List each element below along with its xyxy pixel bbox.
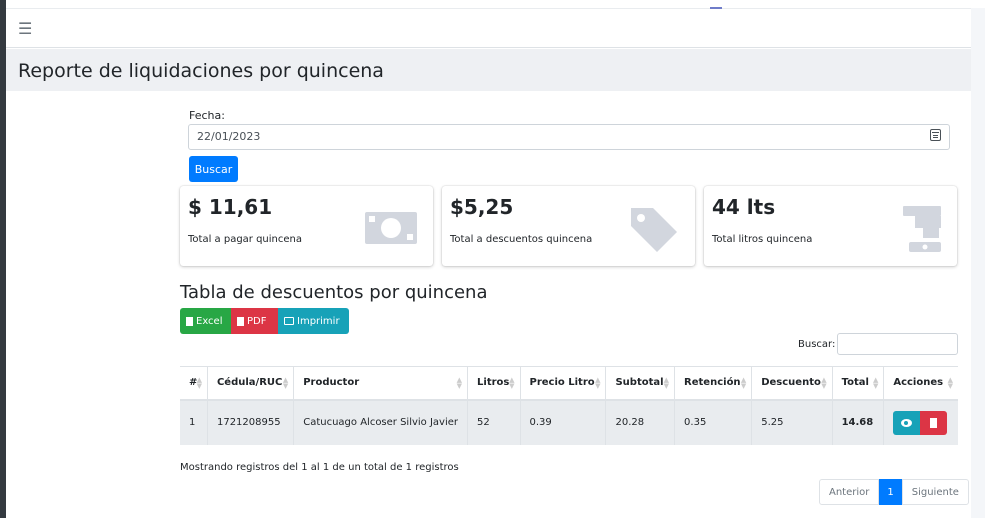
eye-icon [901, 418, 913, 427]
pagination-page-1[interactable]: 1 [879, 479, 902, 505]
column-header-precio[interactable]: Precio Litro ▲ ▼ [520, 366, 607, 401]
table-row: 1 1721208955 Catucuago Alcoser Silvio Ja… [180, 399, 958, 445]
search-button[interactable]: Buscar [189, 156, 238, 182]
date-value: 22/01/2023 [197, 130, 261, 143]
calendar-icon[interactable] [930, 129, 941, 141]
column-header-cedula[interactable]: Cédula/RUC ▲ ▼ [207, 366, 295, 401]
table-header-row: # ▲ ▼ Cédula/RUC ▲ ▼ Productor ▲ ▼ Litros ▲ ▼ Pr… [180, 366, 958, 401]
table-search-input[interactable] [837, 333, 958, 355]
cell-subtotal: 20.28 [605, 399, 676, 445]
file-excel-icon [186, 316, 193, 326]
export-excel-label: Excel [196, 315, 223, 327]
discounts-value: $5,25 [450, 195, 514, 219]
sort-icon: ▲ ▼ [740, 376, 747, 390]
date-label: Fecha: [189, 109, 225, 122]
summary-card-total-pay: $ 11,61 Total a pagar quincena [180, 186, 433, 266]
faucet-icon [903, 206, 941, 252]
column-header-productor[interactable]: Productor ▲ ▼ [293, 366, 469, 401]
cell-total: 14.68 [832, 399, 885, 445]
sort-icon: ▲ ▼ [663, 376, 670, 390]
cell-num: 1 [180, 399, 208, 445]
column-header-descuento[interactable]: Descuento ▲ ▼ [751, 366, 833, 401]
liters-label: Total litros quincena [712, 234, 813, 245]
pagination: Anterior 1 Siguiente [819, 479, 969, 505]
export-pdf-label: PDF [247, 315, 267, 327]
app-window: ☰ Reporte de liquidaciones por quincena … [0, 0, 985, 518]
export-button-group: Excel PDF Imprimir [180, 308, 349, 334]
sort-icon: ▲ ▼ [282, 376, 289, 390]
file-pdf-icon [237, 316, 244, 326]
column-header-litros[interactable]: Litros ▲ ▼ [467, 366, 521, 401]
table-search-label: Buscar: [798, 339, 836, 350]
tag-icon [631, 208, 677, 252]
top-navbar: ☰ [6, 7, 971, 48]
hamburger-menu-icon[interactable]: ☰ [18, 19, 32, 38]
main-content: Fecha: 22/01/2023 Buscar $ 11,61 Total a… [19, 92, 971, 518]
total-pay-label: Total a pagar quincena [188, 234, 302, 245]
export-pdf-button[interactable]: PDF [231, 308, 278, 334]
pagination-previous[interactable]: Anterior [819, 479, 880, 505]
money-bill-icon [365, 212, 417, 244]
summary-card-discounts: $5,25 Total a descuentos quincena [442, 186, 695, 266]
total-pay-value: $ 11,61 [188, 195, 273, 219]
print-button[interactable]: Imprimir [278, 308, 349, 334]
liters-value: 44 lts [712, 195, 776, 219]
cell-cedula: 1721208955 [207, 399, 295, 445]
table-info: Mostrando registros del 1 al 1 de un tot… [180, 462, 459, 473]
column-header-num[interactable]: # ▲ ▼ [180, 366, 208, 401]
column-header-acciones[interactable]: Acciones ▲ ▼ [883, 366, 958, 401]
cell-acciones [883, 399, 958, 445]
sort-icon: ▲ ▼ [872, 376, 879, 390]
view-button[interactable] [893, 410, 921, 435]
column-header-retencion[interactable]: Retención ▲ ▼ [674, 366, 753, 401]
cell-descuento: 5.25 [751, 399, 833, 445]
discounts-label: Total a descuentos quincena [450, 234, 593, 245]
date-input[interactable]: 22/01/2023 [188, 124, 950, 150]
page-title: Reporte de liquidaciones por quincena [18, 60, 384, 82]
cell-litros: 52 [467, 399, 521, 445]
content-header: Reporte de liquidaciones por quincena [6, 49, 971, 91]
sort-icon: ▲ ▼ [821, 376, 827, 390]
printer-icon [284, 317, 294, 325]
summary-card-liters: 44 lts Total litros quincena [704, 186, 957, 266]
table-section-title: Tabla de descuentos por quincena [180, 282, 488, 303]
discounts-table: # ▲ ▼ Cédula/RUC ▲ ▼ Productor ▲ ▼ Litros ▲ ▼ Pr… [180, 366, 958, 445]
sort-icon: ▲ ▼ [196, 376, 202, 390]
cell-productor: Catucuago Alcoser Silvio Javier [293, 399, 469, 445]
sort-icon: ▲ ▼ [509, 376, 515, 390]
sort-icon: ▲ ▼ [595, 376, 601, 390]
column-header-total[interactable]: Total ▲ ▼ [832, 366, 885, 401]
file-pdf-icon [930, 417, 938, 428]
export-excel-button[interactable]: Excel [180, 308, 231, 334]
sort-icon: ▲ ▼ [456, 376, 463, 390]
scroll-indicator [710, 7, 722, 9]
sort-icon: ▲ ▼ [947, 376, 953, 390]
cell-retencion: 0.35 [674, 399, 753, 445]
pagination-next[interactable]: Siguiente [901, 479, 969, 505]
cell-precio: 0.39 [520, 399, 607, 445]
column-header-subtotal[interactable]: Subtotal ▲ ▼ [605, 366, 676, 401]
print-label: Imprimir [297, 315, 340, 327]
pdf-row-button[interactable] [920, 410, 948, 435]
right-gutter [971, 8, 985, 518]
